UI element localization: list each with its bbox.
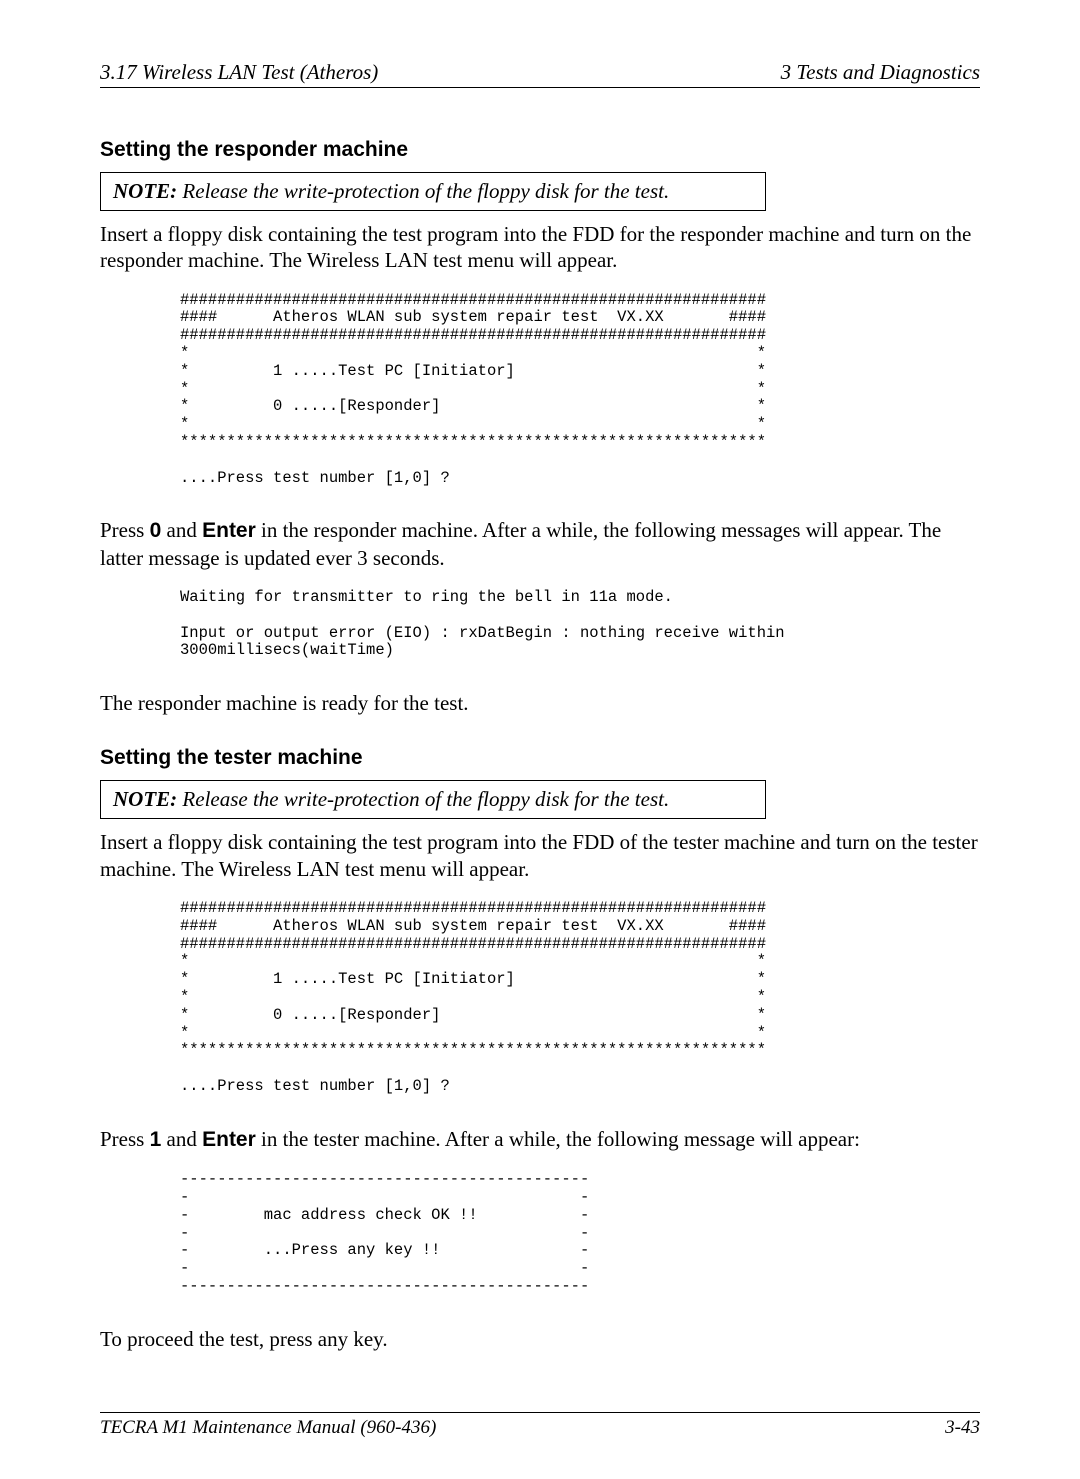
text-and: and bbox=[161, 518, 202, 542]
note-label: NOTE: bbox=[113, 179, 177, 203]
responder-ready: The responder machine is ready for the t… bbox=[100, 690, 980, 716]
footer-right: 3-43 bbox=[945, 1417, 980, 1439]
section-responder-title: Setting the responder machine bbox=[100, 138, 980, 162]
header-left: 3.17 Wireless LAN Test (Atheros) bbox=[100, 60, 378, 85]
note-label: NOTE: bbox=[113, 787, 177, 811]
note-box-responder: NOTE: Release the write-protection of th… bbox=[100, 172, 766, 211]
tester-menu-code: ########################################… bbox=[180, 900, 980, 1096]
header-right: 3 Tests and Diagnostics bbox=[781, 60, 980, 85]
tester-press-instruction: Press 1 and Enter in the tester machine.… bbox=[100, 1126, 980, 1153]
responder-intro: Insert a floppy disk containing the test… bbox=[100, 221, 980, 274]
key-enter: Enter bbox=[202, 1128, 256, 1151]
tester-mac-code: ----------------------------------------… bbox=[180, 1171, 980, 1296]
text-press: Press bbox=[100, 518, 150, 542]
key-one: 1 bbox=[150, 1128, 162, 1151]
tester-intro: Insert a floppy disk containing the test… bbox=[100, 829, 980, 882]
text-after-enter: in the tester machine. After a while, th… bbox=[256, 1127, 860, 1151]
text-press: Press bbox=[100, 1127, 150, 1151]
responder-press-instruction: Press 0 and Enter in the responder machi… bbox=[100, 517, 980, 571]
note-box-tester: NOTE: Release the write-protection of th… bbox=[100, 780, 766, 819]
page-footer: TECRA M1 Maintenance Manual (960-436) 3-… bbox=[100, 1412, 980, 1439]
page-header: 3.17 Wireless LAN Test (Atheros) 3 Tests… bbox=[100, 60, 980, 88]
responder-menu-code: ########################################… bbox=[180, 292, 980, 488]
tester-proceed: To proceed the test, press any key. bbox=[100, 1326, 980, 1352]
note-text: Release the write-protection of the flop… bbox=[177, 787, 669, 811]
responder-wait-code: Waiting for transmitter to ring the bell… bbox=[180, 589, 980, 660]
note-text: Release the write-protection of the flop… bbox=[177, 179, 669, 203]
footer-left: TECRA M1 Maintenance Manual (960-436) bbox=[100, 1417, 436, 1439]
text-and: and bbox=[161, 1127, 202, 1151]
key-zero: 0 bbox=[150, 519, 162, 542]
page: 3.17 Wireless LAN Test (Atheros) 3 Tests… bbox=[0, 0, 1080, 1479]
section-tester-title: Setting the tester machine bbox=[100, 746, 980, 770]
key-enter: Enter bbox=[202, 519, 256, 542]
